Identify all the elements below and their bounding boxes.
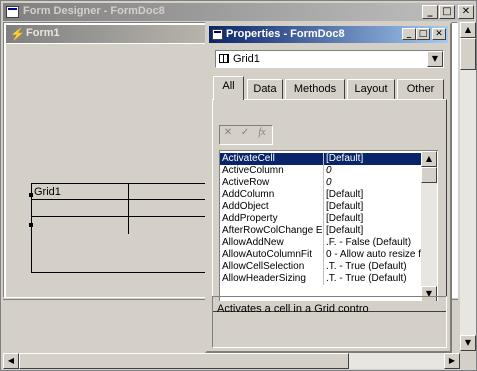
grid-object-icon (219, 54, 229, 63)
property-column-separator (323, 153, 324, 165)
property-value: [Default] (326, 189, 364, 200)
minimize-button[interactable]: _ (422, 5, 438, 19)
property-row[interactable]: AddProperty [Default] (220, 213, 421, 225)
tab-data[interactable]: Data (247, 79, 283, 99)
property-name: ActiveRow (222, 177, 270, 188)
property-row[interactable]: ActiveColumn 0 (220, 165, 421, 177)
tab-layout[interactable]: Layout (347, 79, 395, 99)
grid1-caption: Grid1 (34, 186, 61, 198)
object-selector-combobox[interactable]: Grid1 ▼ (215, 50, 444, 68)
property-row[interactable]: ActivateCell [Default] (220, 153, 421, 165)
property-column-separator (323, 225, 324, 237)
chevron-down-icon[interactable]: ▼ (427, 51, 443, 67)
scroll-up-button[interactable]: ▲ (460, 22, 476, 38)
grid1-control[interactable]: Grid1 (31, 183, 209, 273)
close-button[interactable]: ✕ (458, 5, 474, 19)
property-grid[interactable]: ActivateCell [Default] ActiveColumn 0 Active… (219, 150, 438, 301)
form-designer-titlebar[interactable]: Form Designer - FormDoc8 _ □ ✕ (3, 3, 474, 21)
form-designer-title: Form Designer - FormDoc8 (23, 5, 165, 17)
property-value: [Default] (326, 213, 364, 224)
designer-vertical-scrollbar[interactable]: ▲ ▼ (460, 22, 476, 351)
object-selector-value: Grid1 (233, 53, 260, 65)
fox-icon: ⚡ (10, 27, 25, 41)
grid-row-line (32, 216, 208, 217)
property-column-separator (323, 261, 324, 273)
vertical-scroll-thumb[interactable] (421, 167, 437, 183)
property-name: ActiveColumn (222, 165, 284, 176)
properties-title: Properties - FormDoc8 (226, 28, 345, 40)
tab-all[interactable]: All (213, 76, 244, 100)
resize-handle[interactable] (29, 193, 33, 197)
property-value: .F. - False (Default) (326, 237, 412, 248)
scroll-down-button[interactable]: ▼ (460, 335, 476, 351)
scroll-left-button[interactable]: ◀ (3, 353, 19, 369)
property-value: 0 - Allow auto resize fo (326, 249, 421, 260)
property-row[interactable]: AddObject [Default] (220, 201, 421, 213)
property-name: ActivateCell (222, 153, 275, 164)
maximize-button[interactable]: □ (439, 5, 455, 19)
property-value: [Default] (326, 201, 364, 212)
property-value: [Default] (326, 225, 364, 236)
function-icon[interactable]: fx (254, 126, 270, 142)
property-row[interactable]: AfterRowColChange Ev [Default] (220, 225, 421, 237)
property-column-separator (323, 189, 324, 201)
property-name: AddObject (222, 201, 269, 212)
property-row[interactable]: ActiveRow 0 (220, 177, 421, 189)
property-column-separator (323, 177, 324, 189)
property-value: .T. - True (Default) (326, 261, 407, 272)
property-name: AfterRowColChange Ev (222, 225, 322, 236)
property-name: AddColumn (222, 189, 275, 200)
cancel-icon[interactable]: ✕ (220, 126, 236, 142)
property-name: AllowHeaderSizing (222, 273, 306, 284)
property-value: [Default] (326, 153, 364, 164)
grid-column-line (128, 184, 129, 234)
tab-methods[interactable]: Methods (285, 79, 345, 99)
properties-window: Properties - FormDoc8 _ □ ✕ Grid1 ▼ All … (205, 22, 452, 353)
property-column-separator (323, 165, 324, 177)
horizontal-scroll-thumb[interactable] (19, 353, 349, 369)
property-column-separator (323, 249, 324, 261)
property-name: AllowAutoColumnFit (222, 249, 313, 260)
property-column-separator (323, 213, 324, 225)
property-row[interactable]: AllowHeaderSizing .T. - True (Default) (220, 273, 421, 285)
property-value: 0 (326, 177, 332, 188)
properties-minimize-button[interactable]: _ (402, 28, 416, 40)
form1-title: Form1 (26, 27, 60, 39)
form1-titlebar[interactable]: ⚡ Form1 (6, 25, 206, 43)
tab-other[interactable]: Other (397, 79, 444, 99)
form-designer-window-icon (6, 6, 19, 18)
property-row[interactable]: AllowCellSelection .T. - True (Default) (220, 261, 421, 273)
property-description: Activates a cell in a Grid contro (217, 303, 369, 315)
property-value: 0 (326, 165, 332, 176)
properties-close-button[interactable]: ✕ (432, 28, 446, 40)
vertical-scroll-thumb[interactable] (460, 38, 476, 70)
scroll-right-button[interactable]: ▶ (444, 353, 460, 369)
designer-horizontal-scrollbar[interactable]: ◀ ▶ (3, 353, 460, 369)
property-column-separator (323, 201, 324, 213)
properties-maximize-button[interactable]: □ (416, 28, 430, 40)
property-description-box: Activates a cell in a Grid contro (212, 296, 447, 348)
properties-titlebar[interactable]: Properties - FormDoc8 _ □ ✕ (209, 26, 448, 43)
property-value: .T. - True (Default) (326, 273, 407, 284)
resize-handle[interactable] (29, 223, 33, 227)
property-name: AllowAddNew (222, 237, 284, 248)
property-row[interactable]: AllowAutoColumnFit 0 - Allow auto resize … (220, 249, 421, 261)
properties-window-icon (212, 29, 223, 40)
property-name: AddProperty (222, 213, 278, 224)
property-grid-scrollbar[interactable]: ▲ ▼ (421, 151, 437, 301)
accept-icon[interactable]: ✓ (237, 126, 253, 142)
property-row[interactable]: AllowAddNew .F. - False (Default) (220, 237, 421, 249)
property-name: AllowCellSelection (222, 261, 305, 272)
grid-header-line (32, 199, 208, 200)
property-column-separator (323, 237, 324, 249)
property-column-separator (323, 273, 324, 285)
scroll-up-button[interactable]: ▲ (421, 151, 437, 167)
property-row[interactable]: AddColumn [Default] (220, 189, 421, 201)
